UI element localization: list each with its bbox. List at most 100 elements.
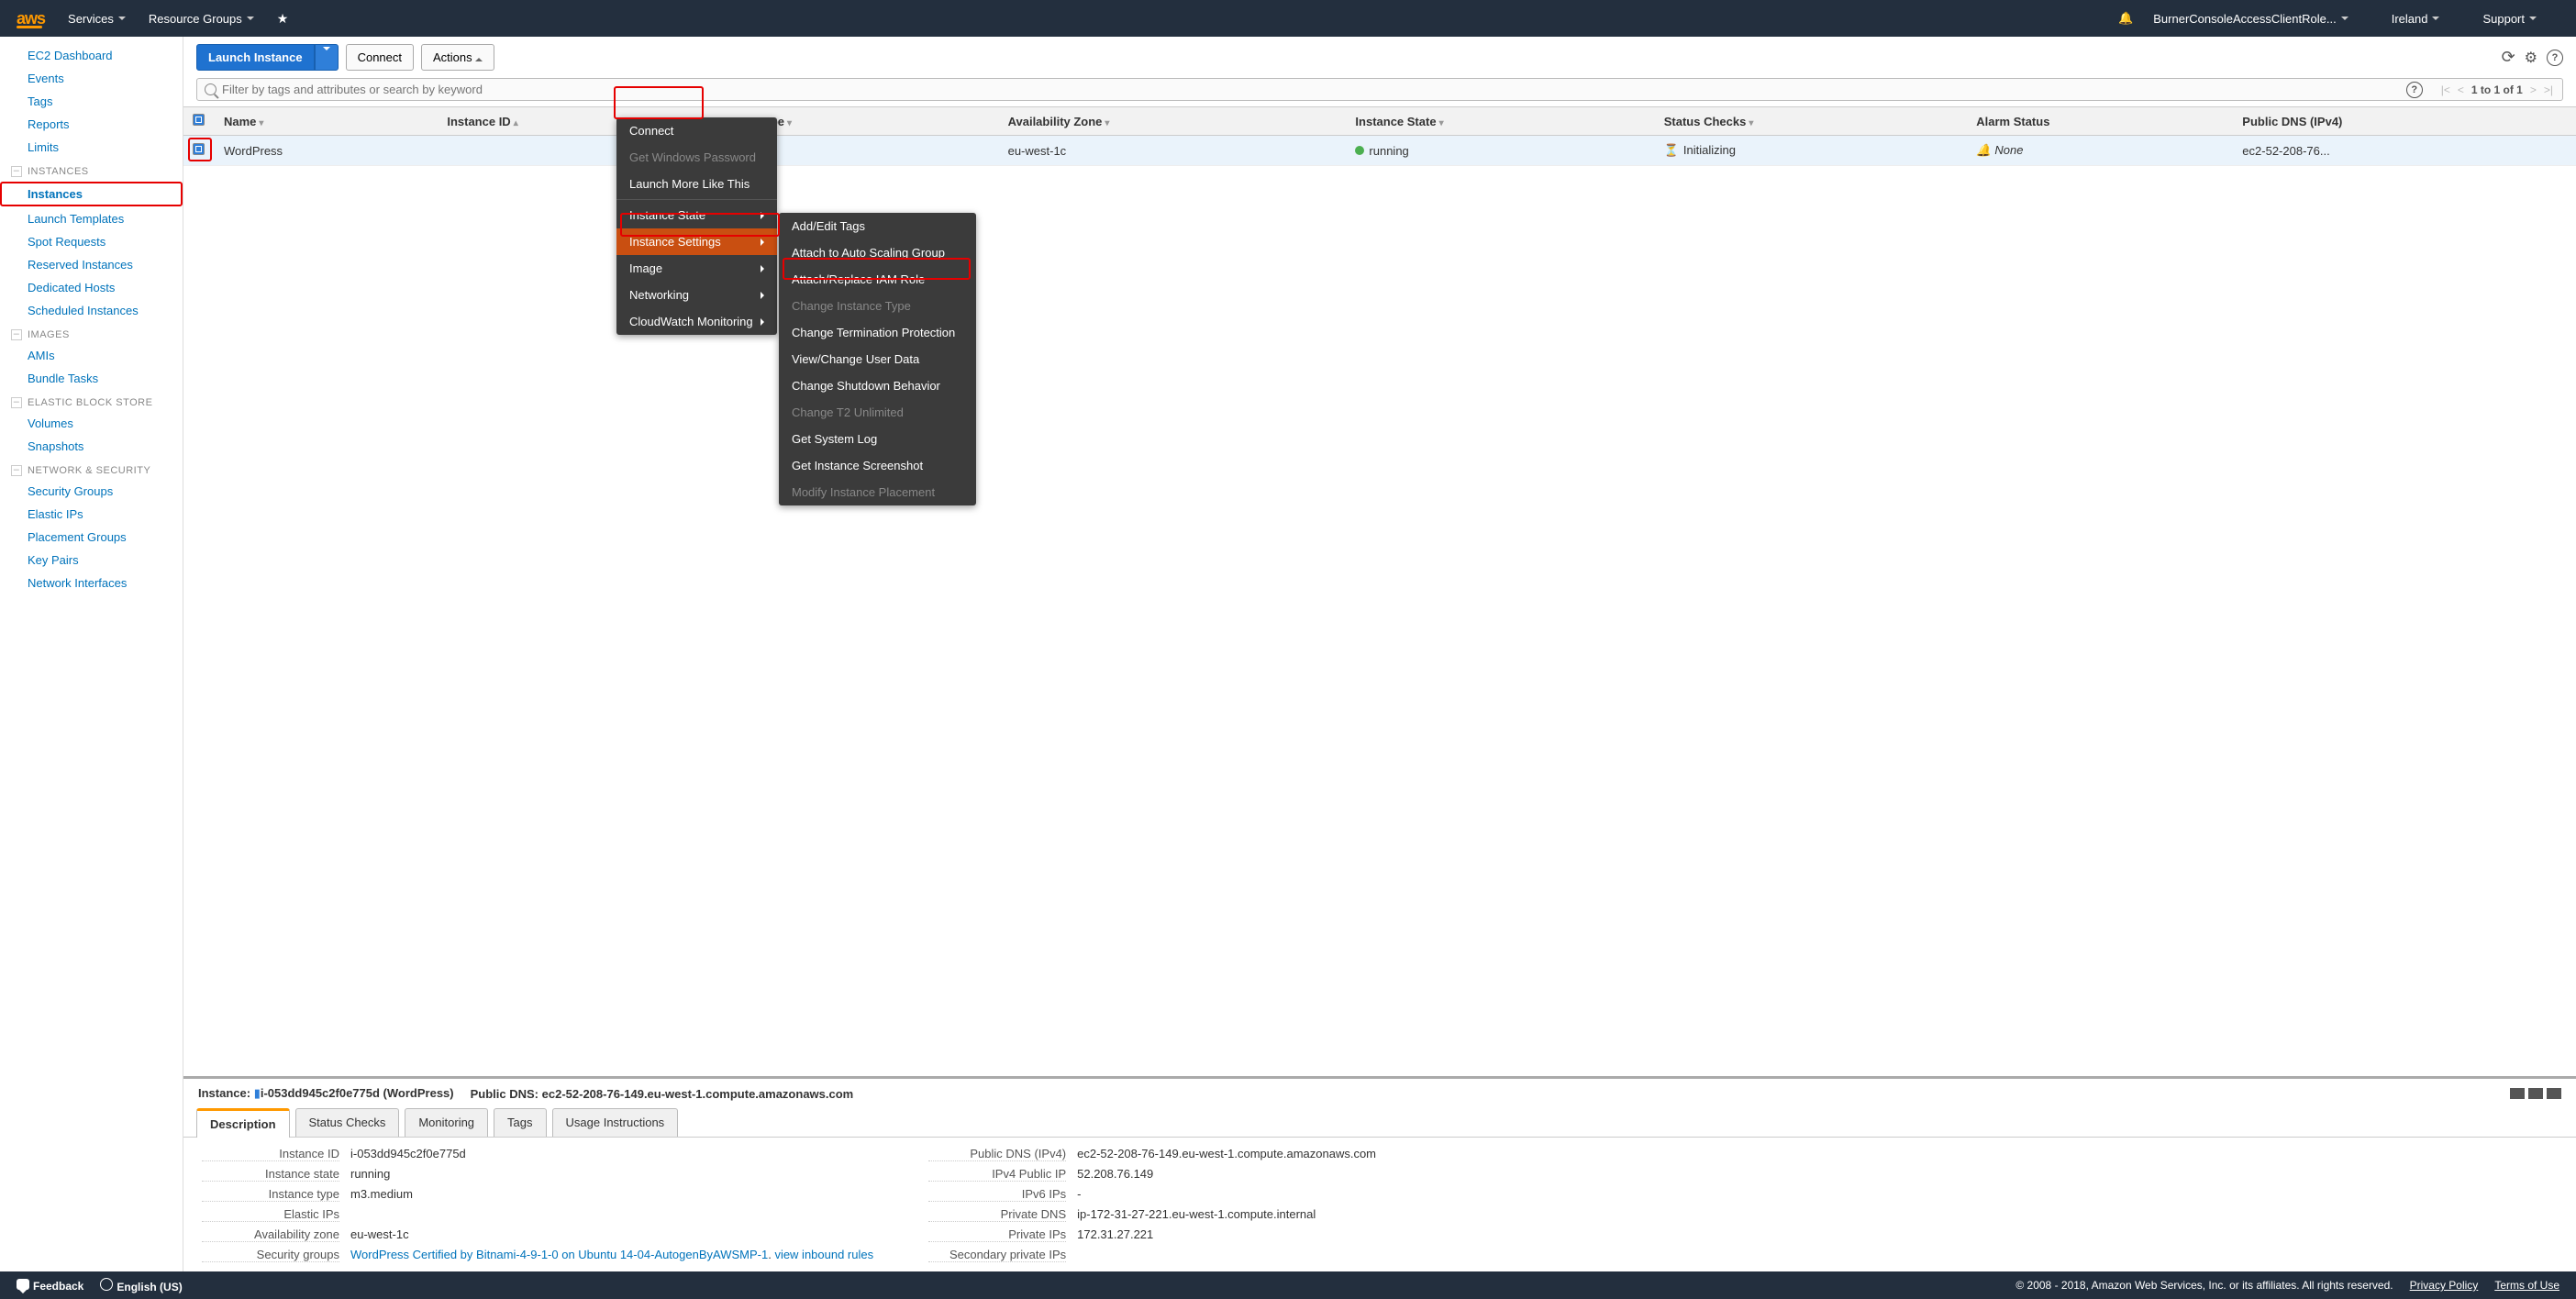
menu-networking[interactable]: Networking [616,282,777,308]
sidebar-reports[interactable]: Reports [0,113,183,136]
chevron-right-icon [761,265,764,272]
sidebar-placement-groups[interactable]: Placement Groups [0,526,183,549]
pager-last-icon[interactable]: >| [2544,83,2553,96]
submenu-attach-iam-role[interactable]: Attach/Replace IAM Role [779,266,976,293]
terms-link[interactable]: Terms of Use [2494,1279,2559,1292]
col-state[interactable]: Instance State▾ [1346,107,1654,136]
tab-description[interactable]: Description [196,1108,290,1138]
chevron-right-icon [761,292,764,299]
actions-button[interactable]: Actions [421,44,494,71]
launch-instance-button[interactable]: Launch Instance [196,44,315,71]
nav-role[interactable]: BurnerConsoleAccessClientRole... [2153,12,2348,26]
submenu-screenshot[interactable]: Get Instance Screenshot [779,452,976,479]
pin-icon[interactable]: ★ [277,11,289,27]
submenu-system-log[interactable]: Get System Log [779,426,976,452]
connect-button[interactable]: Connect [346,44,414,71]
gear-icon[interactable]: ⚙ [2525,49,2537,67]
sidebar-instances[interactable]: Instances [0,182,183,206]
actions-menu: Connect Get Windows Password Launch More… [616,117,777,335]
content: Launch Instance Connect Actions ⟳ ⚙ ? ? … [183,37,2576,1271]
footer-copyright: © 2008 - 2018, Amazon Web Services, Inc.… [2015,1279,2393,1292]
chevron-right-icon [761,212,764,219]
col-status-checks[interactable]: Status Checks▾ [1655,107,1968,136]
submenu-termination-protection[interactable]: Change Termination Protection [779,319,976,346]
layout-toggle[interactable] [2510,1088,2561,1099]
help-icon[interactable]: ? [2547,50,2563,66]
language-link[interactable]: English (US) [100,1278,182,1293]
sidebar-launch-templates[interactable]: Launch Templates [0,207,183,230]
pager-prev-icon[interactable]: < [2458,83,2464,96]
sidebar-ec2-dashboard[interactable]: EC2 Dashboard [0,44,183,67]
search-box[interactable] [197,79,2406,100]
sidebar-limits[interactable]: Limits [0,136,183,159]
view-inbound-rules-link[interactable]: view inbound rules [774,1248,873,1261]
cell-dns: ec2-52-208-76... [2233,136,2576,166]
menu-cloudwatch[interactable]: CloudWatch Monitoring [616,308,777,335]
nav-resource-groups[interactable]: Resource Groups [149,12,254,26]
tab-monitoring[interactable]: Monitoring [405,1108,488,1137]
submenu-shutdown-behavior[interactable]: Change Shutdown Behavior [779,372,976,399]
table-row[interactable]: WordPress ...edium eu-west-1c running ⏳I… [183,136,2576,166]
bell-icon[interactable]: 🔔 [2118,11,2133,26]
tab-status-checks[interactable]: Status Checks [295,1108,400,1137]
menu-get-windows-password: Get Windows Password [616,144,777,171]
menu-launch-more[interactable]: Launch More Like This [616,171,777,197]
sidebar-snapshots[interactable]: Snapshots [0,435,183,458]
sidebar-volumes[interactable]: Volumes [0,412,183,435]
nav-region[interactable]: Ireland [2392,12,2440,26]
security-group-link[interactable]: WordPress Certified by Bitnami-4-9-1-0 o… [350,1248,768,1261]
sidebar-group-instances[interactable]: INSTANCES [0,159,183,181]
sidebar-network-interfaces[interactable]: Network Interfaces [0,572,183,594]
col-alarm[interactable]: Alarm Status [1967,107,2233,136]
pager-text: 1 to 1 of 1 [2471,83,2523,96]
sidebar-key-pairs[interactable]: Key Pairs [0,549,183,572]
sidebar-group-ebs[interactable]: ELASTIC BLOCK STORE [0,390,183,412]
menu-image[interactable]: Image [616,255,777,282]
aws-logo[interactable]: aws [17,9,45,28]
sidebar-amis[interactable]: AMIs [0,344,183,367]
details-right: Public DNS (IPv4)ec2-52-208-76-149.eu-we… [928,1147,1376,1262]
submenu-placement: Modify Instance Placement [779,479,976,505]
details-header: Instance: ▮i-053dd945c2f0e775d (WordPres… [183,1079,2576,1108]
select-all-checkbox[interactable] [193,114,205,126]
feedback-link[interactable]: Feedback [17,1279,83,1293]
col-dns[interactable]: Public DNS (IPv4) [2233,107,2576,136]
search-input[interactable] [222,83,2399,96]
sidebar-dedicated-hosts[interactable]: Dedicated Hosts [0,276,183,299]
tab-tags[interactable]: Tags [494,1108,546,1137]
sidebar-elastic-ips[interactable]: Elastic IPs [0,503,183,526]
pager-first-icon[interactable]: |< [2441,83,2450,96]
launch-instance-dropdown[interactable] [315,44,339,71]
sidebar-group-net[interactable]: NETWORK & SECURITY [0,458,183,480]
sidebar-tags[interactable]: Tags [0,90,183,113]
row-checkbox[interactable] [193,143,205,155]
sidebar-bundle-tasks[interactable]: Bundle Tasks [0,367,183,390]
sidebar-scheduled-instances[interactable]: Scheduled Instances [0,299,183,322]
sidebar-security-groups[interactable]: Security Groups [0,480,183,503]
chevron-down-icon [2432,17,2439,20]
launch-instance-group: Launch Instance [196,44,339,71]
menu-connect[interactable]: Connect [616,117,777,144]
status-dot-icon [1355,146,1364,155]
filter-help-icon[interactable]: ? [2406,82,2423,98]
tab-usage[interactable]: Usage Instructions [552,1108,679,1137]
chat-icon [17,1279,29,1290]
submenu-add-edit-tags[interactable]: Add/Edit Tags [779,213,976,239]
nav-support[interactable]: Support [2482,12,2537,26]
refresh-icon[interactable]: ⟳ [2502,48,2515,67]
submenu-attach-asg[interactable]: Attach to Auto Scaling Group [779,239,976,266]
menu-instance-state[interactable]: Instance State [616,202,777,228]
sidebar-reserved-instances[interactable]: Reserved Instances [0,253,183,276]
submenu-user-data[interactable]: View/Change User Data [779,346,976,372]
col-name[interactable]: Name▾ [215,107,438,136]
chevron-down-icon [2341,17,2348,20]
sidebar-spot-requests[interactable]: Spot Requests [0,230,183,253]
sidebar-events[interactable]: Events [0,67,183,90]
col-az[interactable]: Availability Zone▾ [999,107,1347,136]
nav-services[interactable]: Services [68,12,126,26]
menu-instance-settings[interactable]: Instance Settings [616,228,777,255]
pager-next-icon[interactable]: > [2530,83,2537,96]
privacy-policy-link[interactable]: Privacy Policy [2410,1279,2479,1292]
sidebar-group-images[interactable]: IMAGES [0,322,183,344]
pager: |< < 1 to 1 of 1 > >| [2432,83,2562,96]
